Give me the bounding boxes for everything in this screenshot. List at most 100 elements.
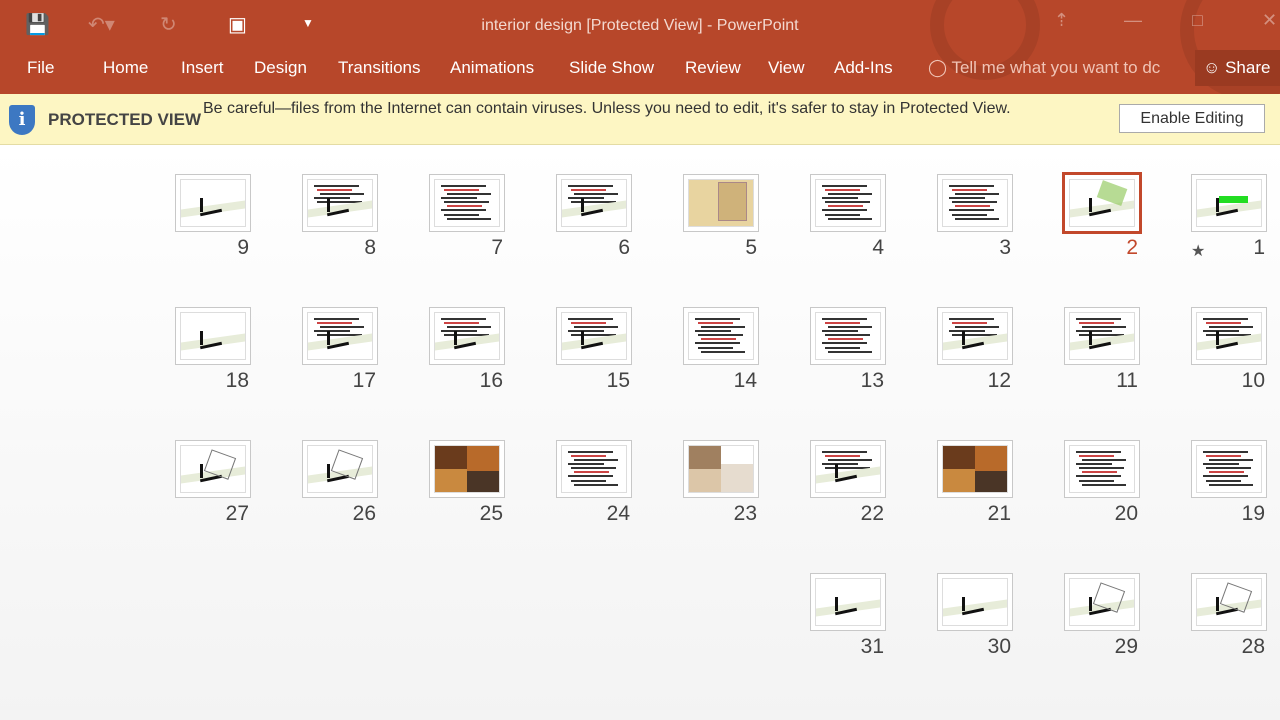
slide-thumbnail[interactable] [429, 440, 505, 498]
slide-thumbnail[interactable] [683, 307, 759, 365]
slide-thumbnail[interactable] [556, 440, 632, 498]
slide-thumbnail[interactable] [1064, 307, 1140, 365]
slide-preview [1069, 578, 1135, 626]
close-button[interactable]: ✕ [1262, 10, 1277, 31]
slide-preview [307, 445, 373, 493]
slide-preview [1196, 445, 1262, 493]
slide-preview [434, 179, 500, 227]
slide-number: 3 [999, 236, 1011, 259]
slide-preview [688, 445, 754, 493]
tab-slide-show[interactable]: Slide Show [569, 58, 654, 78]
slide-preview [1069, 312, 1135, 360]
slide-number: 27 [225, 502, 249, 525]
slide-preview [815, 179, 881, 227]
share-button[interactable]: ☺ Share [1195, 50, 1280, 86]
slide-preview [307, 179, 373, 227]
slide-thumbnail[interactable] [937, 307, 1013, 365]
animation-star-icon[interactable]: ★ [1191, 241, 1205, 261]
slide-number: 7 [491, 236, 503, 259]
slide-number: 8 [364, 236, 376, 259]
slide-number: 2 [1126, 236, 1138, 259]
tab-add-ins[interactable]: Add-Ins [834, 58, 893, 78]
tell-me-search[interactable]: ◯ Tell me what you want to dc [928, 58, 1160, 78]
shield-info-icon: i [9, 105, 35, 135]
slide-number: 24 [606, 502, 630, 525]
slide-number: 30 [987, 635, 1011, 658]
slide-thumbnail[interactable] [556, 307, 632, 365]
slide-number: 1 [1253, 236, 1265, 259]
slide-thumbnail[interactable] [1064, 573, 1140, 631]
slide-number: 4 [872, 236, 884, 259]
slide-thumbnail[interactable] [1191, 573, 1267, 631]
slide-thumbnail[interactable] [302, 440, 378, 498]
person-add-icon: ☺ [1203, 58, 1221, 77]
slide-preview [180, 312, 246, 360]
slide-number: 28 [1241, 635, 1265, 658]
slide-number: 12 [987, 369, 1011, 392]
slide-preview [815, 578, 881, 626]
slide-number: 14 [733, 369, 757, 392]
tab-animations[interactable]: Animations [450, 58, 534, 78]
enable-editing-button[interactable]: Enable Editing [1119, 104, 1265, 133]
slide-preview [942, 445, 1008, 493]
slide-number: 31 [860, 635, 884, 658]
slide-thumbnail[interactable] [937, 440, 1013, 498]
slide-preview [561, 445, 627, 493]
slide-preview [434, 312, 500, 360]
window-title: interior design [Protected View] - Power… [481, 17, 799, 34]
slide-number: 21 [987, 502, 1011, 525]
slide-preview [561, 179, 627, 227]
slide-thumbnail[interactable] [429, 307, 505, 365]
tab-transitions[interactable]: Transitions [338, 58, 421, 78]
lightbulb-icon: ◯ [928, 58, 948, 77]
slide-thumbnail[interactable] [175, 174, 251, 232]
slide-thumbnail[interactable] [937, 174, 1013, 232]
slide-thumbnail[interactable] [810, 440, 886, 498]
slide-preview [180, 445, 246, 493]
slide-preview [1069, 179, 1135, 227]
slide-thumbnail[interactable] [1191, 174, 1267, 232]
slide-thumbnail[interactable] [937, 573, 1013, 631]
protected-view-label: PROTECTED VIEW [48, 110, 202, 129]
slide-thumbnail[interactable] [683, 174, 759, 232]
slide-thumbnail[interactable] [1064, 440, 1140, 498]
tab-home[interactable]: Home [103, 58, 148, 78]
maximize-button[interactable]: □ [1192, 10, 1203, 31]
slide-thumbnail[interactable] [302, 307, 378, 365]
slide-preview [942, 312, 1008, 360]
slide-thumbnail[interactable] [429, 174, 505, 232]
slide-number: 6 [618, 236, 630, 259]
slide-number: 15 [606, 369, 630, 392]
slide-thumbnail[interactable] [683, 440, 759, 498]
slide-thumbnail[interactable] [175, 307, 251, 365]
slide-preview [1069, 445, 1135, 493]
slide-thumbnail[interactable] [175, 440, 251, 498]
slide-preview [942, 578, 1008, 626]
slide-thumbnail[interactable] [556, 174, 632, 232]
slide-preview [815, 312, 881, 360]
slide-thumbnail[interactable] [810, 307, 886, 365]
slide-thumbnail[interactable] [1191, 440, 1267, 498]
slide-preview [688, 312, 754, 360]
slide-number: 23 [733, 502, 757, 525]
slide-preview [942, 179, 1008, 227]
slide-thumbnail[interactable] [1191, 307, 1267, 365]
ribbon-display-options-icon[interactable]: ⇡ [1054, 10, 1069, 31]
tab-file[interactable]: File [27, 58, 54, 78]
slide-preview [180, 179, 246, 227]
tab-design[interactable]: Design [254, 58, 307, 78]
slide-thumbnail[interactable] [1062, 172, 1142, 234]
slide-thumbnail[interactable] [810, 174, 886, 232]
slide-preview [561, 312, 627, 360]
title-bar: 💾 ↶▾ ↻ ▣ ▼ interior design [Protected Vi… [0, 0, 1280, 94]
tab-view[interactable]: View [768, 58, 805, 78]
minimize-button[interactable]: — [1124, 10, 1142, 31]
slide-thumbnail[interactable] [810, 573, 886, 631]
slide-number: 19 [1241, 502, 1265, 525]
slide-thumbnail[interactable] [302, 174, 378, 232]
tab-review[interactable]: Review [685, 58, 741, 78]
slide-number: 29 [1114, 635, 1138, 658]
slide-number: 13 [860, 369, 884, 392]
tab-insert[interactable]: Insert [181, 58, 224, 78]
slide-preview [1196, 578, 1262, 626]
